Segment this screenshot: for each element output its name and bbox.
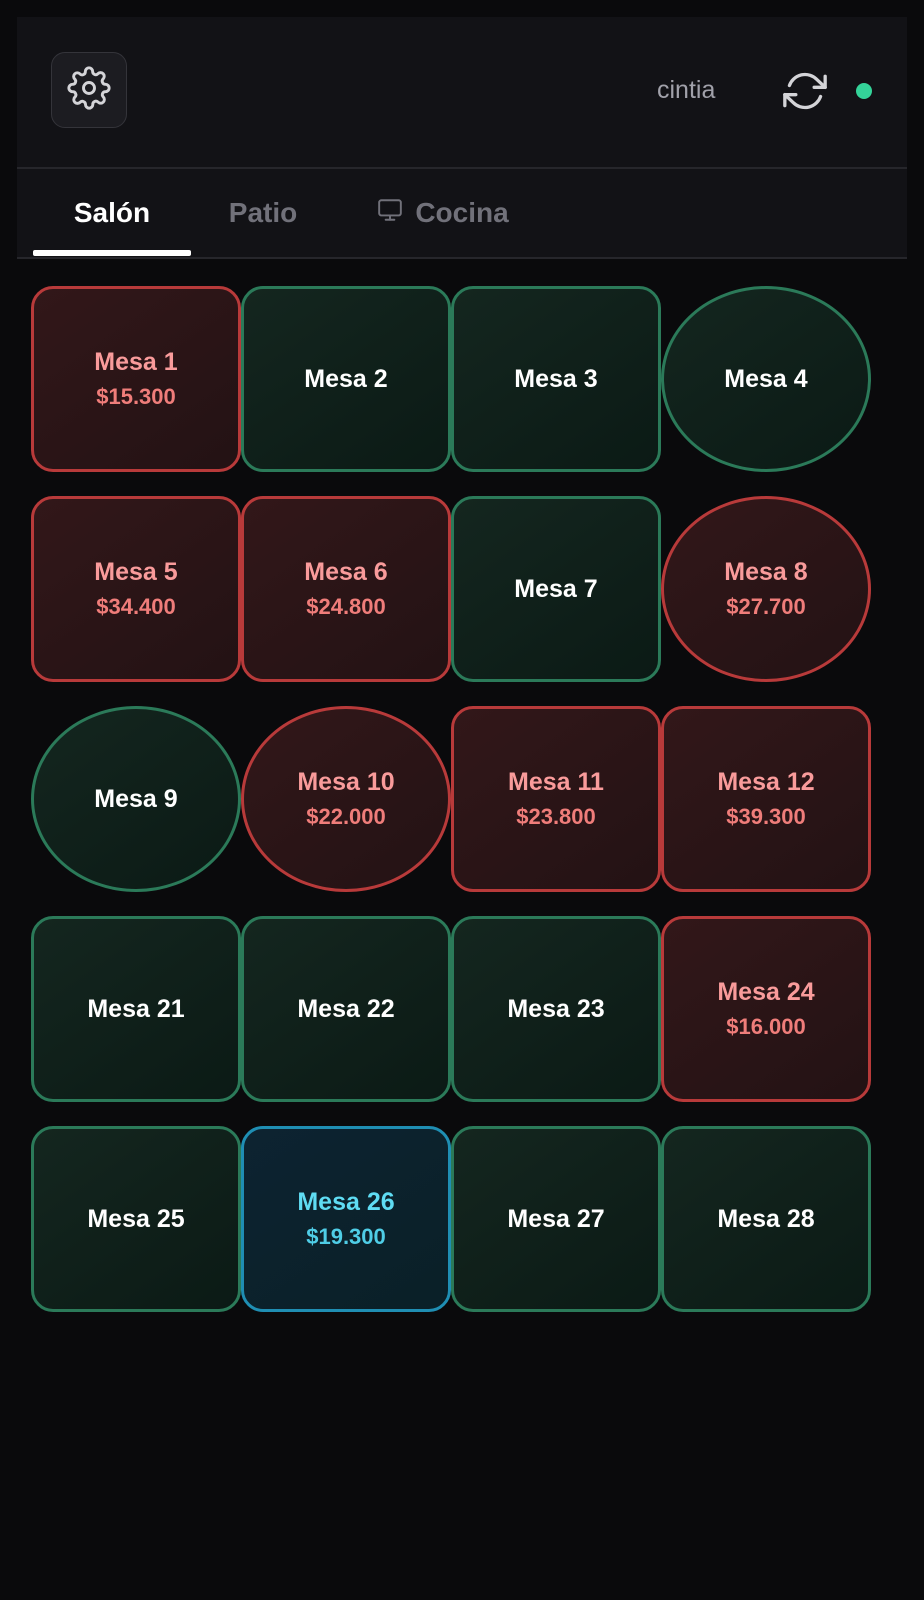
table-amount: $23.800: [516, 804, 596, 829]
table-name: Mesa 12: [717, 768, 815, 796]
tab-patio[interactable]: Patio: [207, 169, 319, 257]
table-amount: $27.700: [726, 594, 806, 619]
top-bar: cintia: [17, 17, 907, 169]
table-mesa-3[interactable]: Mesa 3: [451, 286, 661, 472]
active-tab-indicator: [33, 250, 191, 256]
table-name: Mesa 9: [94, 785, 178, 813]
table-mesa-9[interactable]: Mesa 9: [31, 706, 241, 892]
table-name: Mesa 10: [297, 768, 395, 796]
connection-status-dot: [856, 83, 872, 99]
table-name: Mesa 21: [87, 995, 185, 1023]
table-mesa-12[interactable]: Mesa 12 $39.300: [661, 706, 871, 892]
tab-label: Cocina: [415, 197, 509, 228]
table-mesa-10[interactable]: Mesa 10 $22.000: [241, 706, 451, 892]
table-mesa-22[interactable]: Mesa 22: [241, 916, 451, 1102]
refresh-button[interactable]: [783, 69, 827, 113]
table-name: Mesa 7: [514, 575, 598, 603]
table-amount: $39.300: [726, 804, 806, 829]
table-mesa-7[interactable]: Mesa 7: [451, 496, 661, 682]
table-mesa-24[interactable]: Mesa 24 $16.000: [661, 916, 871, 1102]
table-mesa-5[interactable]: Mesa 5 $34.400: [31, 496, 241, 682]
table-mesa-1[interactable]: Mesa 1 $15.300: [31, 286, 241, 472]
table-name: Mesa 22: [297, 995, 395, 1023]
area-tabs: Salón Patio Cocina: [17, 169, 907, 259]
table-name: Mesa 23: [507, 995, 605, 1023]
settings-button[interactable]: [51, 52, 127, 128]
table-mesa-6[interactable]: Mesa 6 $24.800: [241, 496, 451, 682]
table-name: Mesa 24: [717, 978, 815, 1006]
table-amount: $22.000: [306, 804, 386, 829]
table-mesa-2[interactable]: Mesa 2: [241, 286, 451, 472]
table-mesa-4[interactable]: Mesa 4: [661, 286, 871, 472]
table-name: Mesa 25: [87, 1205, 185, 1233]
table-amount: $24.800: [306, 594, 386, 619]
monitor-icon: [377, 197, 415, 230]
table-mesa-23[interactable]: Mesa 23: [451, 916, 661, 1102]
table-mesa-28[interactable]: Mesa 28: [661, 1126, 871, 1312]
tab-salon[interactable]: Salón: [33, 169, 191, 257]
tab-label: Salón: [73, 197, 151, 228]
table-name: Mesa 28: [717, 1205, 815, 1233]
table-mesa-27[interactable]: Mesa 27: [451, 1126, 661, 1312]
tab-cocina[interactable]: Cocina: [369, 169, 517, 257]
header-panel: cintia Salón Patio Cocina: [17, 17, 907, 259]
gear-icon: [67, 65, 111, 115]
table-name: Mesa 26: [297, 1188, 395, 1216]
table-mesa-26[interactable]: Mesa 26 $19.300: [241, 1126, 451, 1312]
table-amount: $34.400: [96, 594, 176, 619]
table-mesa-25[interactable]: Mesa 25: [31, 1126, 241, 1312]
user-name: cintia: [657, 76, 716, 104]
table-name: Mesa 8: [724, 558, 808, 586]
table-name: Mesa 4: [724, 365, 808, 393]
table-name: Mesa 6: [304, 558, 388, 586]
table-name: Mesa 1: [94, 348, 178, 376]
table-amount: $16.000: [726, 1014, 806, 1039]
table-amount: $19.300: [306, 1224, 386, 1249]
table-name: Mesa 5: [94, 558, 178, 586]
table-mesa-11[interactable]: Mesa 11 $23.800: [451, 706, 661, 892]
refresh-icon: [783, 72, 827, 117]
table-name: Mesa 27: [507, 1205, 605, 1233]
table-amount: $15.300: [96, 384, 176, 409]
table-name: Mesa 11: [508, 768, 604, 796]
table-mesa-8[interactable]: Mesa 8 $27.700: [661, 496, 871, 682]
table-name: Mesa 3: [514, 365, 598, 393]
table-name: Mesa 2: [304, 365, 388, 393]
tab-label: Patio: [228, 197, 298, 228]
table-mesa-21[interactable]: Mesa 21: [31, 916, 241, 1102]
